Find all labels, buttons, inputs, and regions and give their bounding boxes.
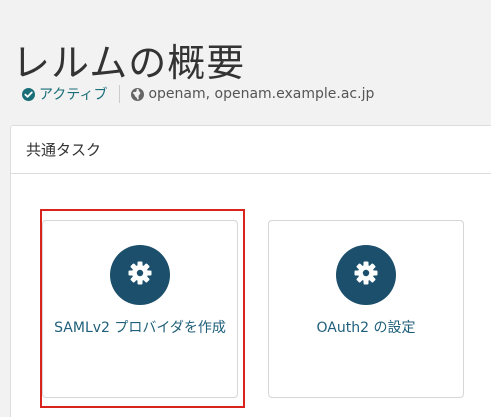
gear-icon: [127, 260, 153, 290]
meta-divider: [119, 85, 121, 103]
realm-overview-page: レルムの概要 アクティブ openam, openam.example.ac.j…: [0, 0, 491, 417]
status-label: アクティブ: [39, 87, 108, 103]
aliases-text: openam, openam.example.ac.jp: [148, 86, 375, 102]
gear-icon: [353, 260, 379, 290]
task-configure-oauth2[interactable]: OAuth2 の設定: [268, 220, 464, 398]
globe-icon: [131, 87, 145, 101]
task-create-samlv2-provider[interactable]: SAMLv2 プロバイダを作成: [42, 220, 238, 398]
task-icon-circle: [110, 245, 170, 305]
task-icon-circle: [336, 245, 396, 305]
realm-status: アクティブ: [22, 84, 107, 104]
page-title: レルムの概要: [12, 41, 246, 86]
panel-heading: 共通タスク: [11, 126, 491, 174]
task-label: SAMLv2 プロバイダを作成: [54, 320, 226, 336]
realm-meta: アクティブ openam, openam.example.ac.jp: [22, 84, 374, 104]
realm-aliases: openam, openam.example.ac.jp: [131, 86, 374, 102]
check-circle-icon: [22, 87, 35, 101]
task-label: OAuth2 の設定: [316, 320, 416, 336]
